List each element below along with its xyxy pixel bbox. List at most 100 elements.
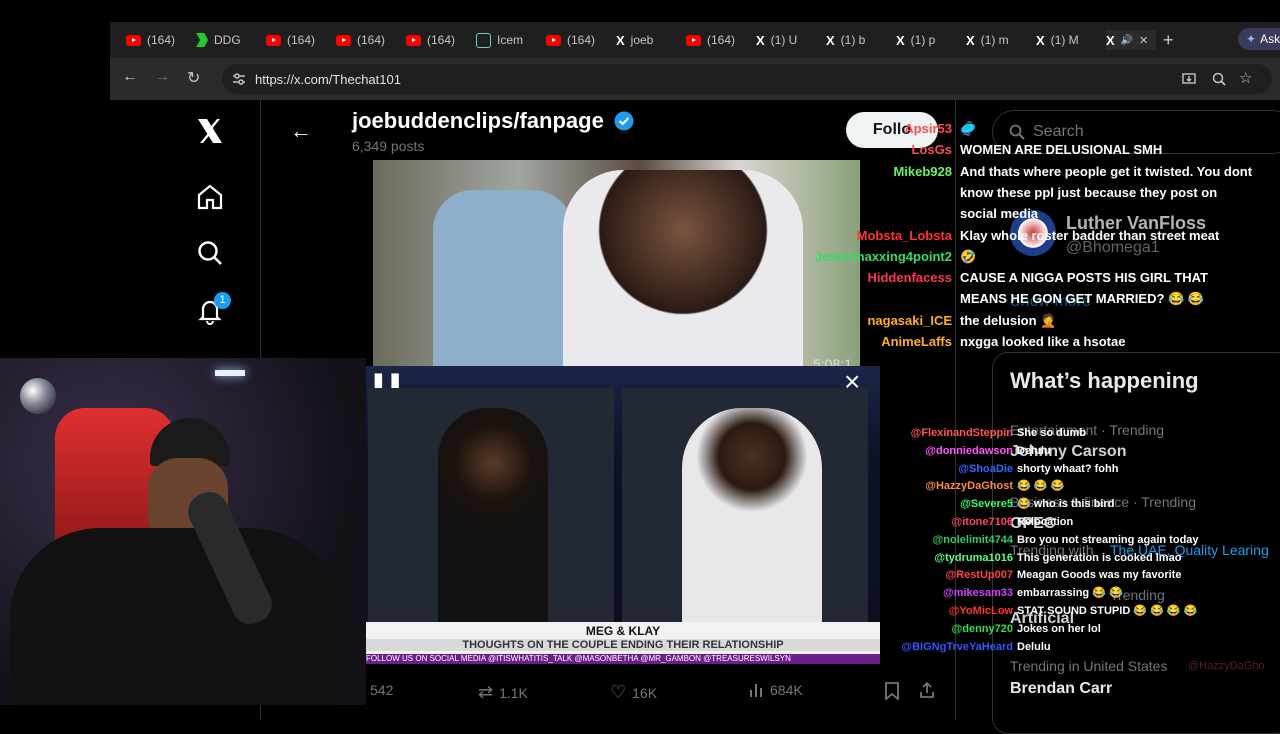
zoom-icon[interactable] (1212, 72, 1226, 86)
ask-extension-button[interactable]: ✦ Ask (1238, 28, 1280, 50)
browser-tab[interactable]: DDG (196, 30, 258, 50)
home-icon[interactable] (195, 182, 225, 212)
chat-text: nxgga looked like a hsotae (960, 334, 1126, 349)
chat-text: Bro you not streaming again today (1017, 533, 1199, 546)
address-bar[interactable]: https://x.com/Thechat101 ☆ (222, 64, 1272, 94)
browser-tab-label: (164) (707, 33, 736, 47)
chat-message: @BIGNgTrveYaHeard Delulu (901, 638, 1050, 656)
verified-badge-icon (614, 111, 634, 131)
chat-message: Mobsta_Lobsta Klay whole roster badder th… (857, 225, 1220, 246)
views-button[interactable]: 684K (748, 682, 803, 698)
chat-username: Apsir53 (904, 121, 952, 136)
trend-name[interactable]: Brendan Carr (1010, 680, 1112, 698)
browser-tab-label: DDG (214, 33, 241, 47)
browser-tab[interactable]: X (1) m (966, 30, 1028, 50)
notification-badge: 1 (214, 292, 231, 309)
back-arrow-icon[interactable]: ← (122, 68, 138, 86)
video-panel-left (368, 388, 614, 628)
youtube-icon (546, 34, 561, 46)
chat-username: Mobsta_Lobsta (856, 227, 952, 243)
site-settings-icon[interactable] (232, 72, 246, 86)
x-logo-icon[interactable] (195, 116, 225, 146)
chat-username: @mikesam33 (942, 587, 1013, 600)
whats-happening-title: What’s happening (1010, 368, 1199, 393)
browser-toolbar: ← → ↻ https://x.com/Thechat101 ☆ (110, 58, 1280, 100)
chat-message: @nolelimit4744 Bro you not streaming agai… (933, 531, 1199, 549)
x-icon: X (966, 32, 975, 48)
back-arrow-icon[interactable]: ← (290, 118, 312, 144)
forward-arrow-icon[interactable]: → (154, 68, 170, 86)
browser-tab[interactable]: X (1) p (896, 30, 958, 50)
install-app-icon[interactable] (1182, 72, 1196, 86)
chat-username: @HazzyDaGhost (925, 480, 1013, 493)
tab-close-icon[interactable]: ✕ (1139, 34, 1148, 47)
chat-message: @RestUp007 Meagan Goods was my favorite (945, 566, 1181, 584)
video-frame-top: 5:08:1 (373, 160, 860, 366)
bookmark-star-icon[interactable]: ☆ (1239, 69, 1252, 87)
reply-button[interactable]: 542 (370, 682, 393, 698)
x-icon: X (756, 32, 765, 48)
chat-username: @denny720 (951, 622, 1013, 635)
browser-tab[interactable]: (164) (546, 30, 608, 50)
browser-tab[interactable]: X (1) b (826, 30, 888, 50)
browser-tab-label: (1) m (980, 33, 1009, 47)
chat-username: @RestUp007 (945, 569, 1013, 582)
trend-meta: Trending in United States (1010, 658, 1168, 674)
bookmark-icon[interactable] (884, 682, 900, 700)
chat-message: MEANS HE GON GET MARRIED? 😂 😂 (960, 288, 1204, 309)
chat-username: @nolelimit4744 (932, 533, 1013, 546)
url-text: https://x.com/Thechat101 (255, 72, 401, 87)
chat-username: @Severe5 (960, 498, 1013, 511)
ask-extension-label: Ask (1260, 32, 1280, 46)
video-player[interactable]: ❚❚ × MEG & KLAY THOUGHTS ON THE COUPLE E… (366, 366, 880, 664)
browser-tab-label: Icem (497, 33, 524, 47)
browser-tab[interactable]: X 🔊 ✕ (1106, 30, 1156, 50)
tab-audio-icon[interactable]: 🔊 (1121, 35, 1133, 46)
browser-tab[interactable]: (164) (126, 30, 188, 50)
chat-text: WOMEN ARE DELUSIONAL SMH (960, 142, 1163, 158)
video-ticker: FOLLOW US ON SOCIAL MEDIA @ITISWHATITIS_… (366, 654, 880, 664)
video-panel-right (622, 388, 868, 628)
chat-username: Jestermaxxing4point2 (814, 248, 952, 264)
explore-search-icon[interactable] (195, 238, 225, 268)
video-banner: MEG & KLAY THOUGHTS ON THE COUPLE ENDING… (366, 622, 880, 654)
chat-username: @ShoaDie (958, 462, 1013, 475)
sparkle-icon: ✦ (1246, 32, 1257, 46)
repost-button[interactable]: ⇄ 1.1K (478, 682, 528, 703)
chat-message: nagasaki_ICE the delusion 🤦 (867, 310, 1056, 331)
reload-icon[interactable]: ↻ (187, 68, 200, 88)
browser-tab-label: (164) (147, 33, 176, 47)
video-banner-title: MEG & KLAY (585, 624, 661, 638)
ceiling-light (215, 370, 245, 376)
browser-tab[interactable]: (164) (406, 30, 468, 50)
browser-tab[interactable]: (164) (686, 30, 748, 50)
chat-text: Relocation (1017, 516, 1074, 528)
share-icon[interactable] (918, 681, 936, 699)
chat-message: @YoMicLow STAT SOUND STUPID 😂 😂 😂 😂 (949, 602, 1198, 620)
browser-tab[interactable]: (164) (336, 30, 398, 50)
x-icon: X (896, 32, 905, 48)
chat-username: @donniedawson (925, 444, 1013, 457)
chat-text: social media (960, 206, 1039, 222)
youtube-icon (126, 34, 141, 46)
x-icon: X (1036, 32, 1045, 48)
browser-tab[interactable]: Xjoeb (616, 30, 678, 50)
profile-timeline: ← joebuddenclips/fanpage 6,349 posts Fol… (270, 100, 956, 720)
duckduckgo-icon (196, 33, 208, 47)
browser-tab[interactable]: X (1) U (756, 30, 818, 50)
chat-username: @itone7106 (951, 516, 1013, 528)
browser-tab[interactable]: (164) (266, 30, 328, 50)
likes-count: 16K (632, 684, 658, 701)
streamer-jersey (10, 528, 340, 705)
browser-tab[interactable]: Icem (476, 30, 538, 50)
repost-icon: ⇄ (478, 682, 494, 702)
new-tab-button[interactable]: + (1163, 30, 1174, 51)
chat-message: @Severe5 😂 who is this bird (960, 495, 1114, 513)
chat-message: know these ppl just because they post on (960, 182, 1217, 203)
browser-tab[interactable]: X (1) M (1036, 30, 1098, 50)
like-button[interactable]: ♡ 16K (610, 682, 657, 703)
browser-tab-label: (164) (357, 33, 386, 47)
chat-message: social media (960, 203, 1038, 224)
browser-tab-strip: (164) DDG (164) (164) (164) Icem (164) Xjoeb (16… (110, 22, 1280, 58)
chat-message: @itone7106 Relocation (952, 513, 1074, 531)
